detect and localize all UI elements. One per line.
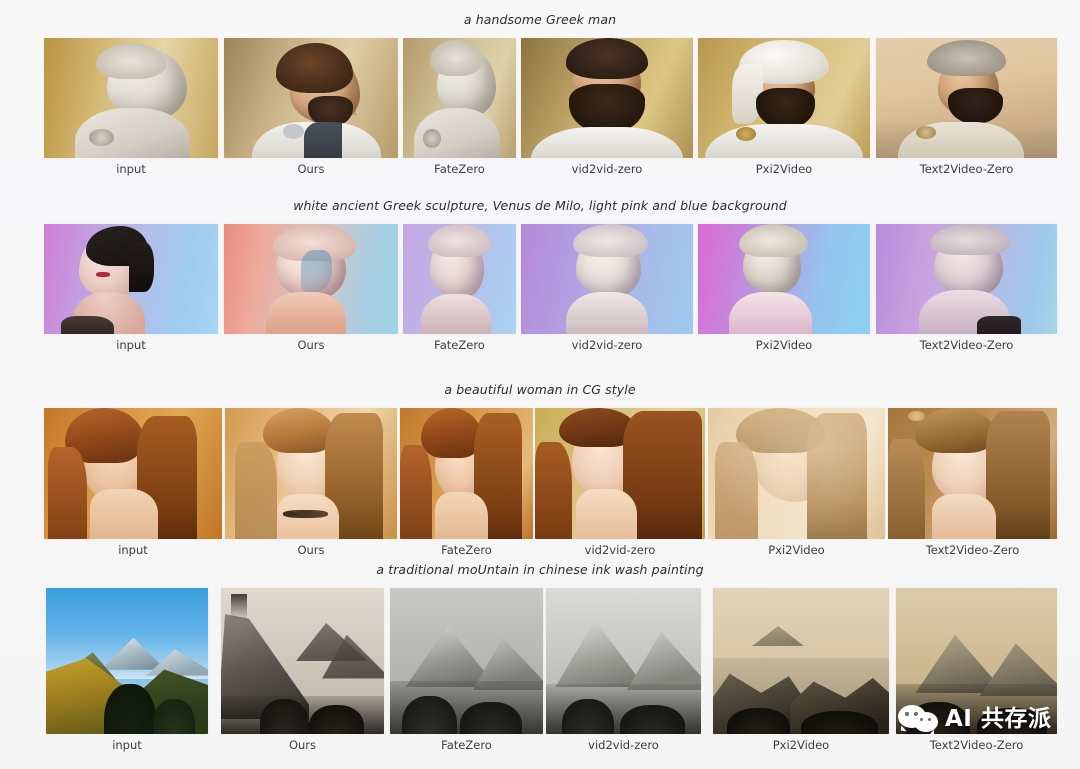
image-row3-text2video-zero (888, 408, 1057, 539)
image-row2-ours (224, 224, 398, 334)
caption-row2-ours: Ours (297, 338, 325, 352)
image-row1-input (44, 38, 218, 158)
cell-row3-vid2vid-zero[interactable]: vid2vid-zero (535, 408, 705, 557)
image-row3-pxi2video (708, 408, 885, 539)
row-cg-woman: a beautiful woman in CG style input Ours… (0, 382, 1080, 557)
image-row2-vid2vid-zero (521, 224, 693, 334)
row-greek-man: a handsome Greek man input Ours FateZero… (0, 12, 1080, 176)
caption-row4-pxi2video: Pxi2Video (772, 738, 830, 752)
cell-row4-vid2vid-zero[interactable]: vid2vid-zero (546, 588, 701, 752)
comparison-figure: a handsome Greek man input Ours FateZero… (0, 0, 1080, 769)
caption-row4-text2video-zero: Text2Video-Zero (929, 738, 1024, 752)
caption-row2-vid2vid-zero: vid2vid-zero (571, 338, 643, 352)
caption-row2-pxi2video: Pxi2Video (755, 338, 813, 352)
caption-row4-input: input (112, 738, 142, 752)
caption-row1-ours: Ours (297, 162, 325, 176)
caption-row4-fatezero: FateZero (441, 738, 492, 752)
cell-row1-ours[interactable]: Ours (224, 38, 398, 176)
cell-row1-vid2vid-zero[interactable]: vid2vid-zero (521, 38, 693, 176)
cell-row1-pxi2video[interactable]: Pxi2Video (698, 38, 870, 176)
image-row2-pxi2video (698, 224, 870, 334)
cell-row2-ours[interactable]: Ours (224, 224, 398, 352)
image-row2-input (44, 224, 218, 334)
cell-row1-text2video-zero[interactable]: Text2Video-Zero (876, 38, 1057, 176)
cell-row4-pxi2video[interactable]: Pxi2Video (713, 588, 889, 752)
image-row4-fatezero (390, 588, 543, 734)
caption-row1-fatezero: FateZero (434, 162, 485, 176)
image-row4-ours (221, 588, 384, 734)
caption-row3-input: input (118, 543, 148, 557)
cell-row3-text2video-zero[interactable]: Text2Video-Zero (888, 408, 1057, 557)
caption-row3-text2video-zero: Text2Video-Zero (925, 543, 1020, 557)
image-row1-text2video-zero (876, 38, 1057, 158)
cell-row4-fatezero[interactable]: FateZero (390, 588, 543, 752)
image-row2-fatezero (403, 224, 516, 334)
cell-row3-ours[interactable]: Ours (225, 408, 397, 557)
image-row3-input (44, 408, 222, 539)
caption-row2-input: input (116, 338, 146, 352)
cell-row4-input[interactable]: input (46, 588, 208, 752)
caption-row4-ours: Ours (288, 738, 317, 752)
image-row1-fatezero (403, 38, 516, 158)
caption-row2-text2video-zero: Text2Video-Zero (919, 338, 1014, 352)
row-prompt: a beautiful woman in CG style (444, 382, 636, 397)
image-row4-text2video-zero (896, 588, 1057, 734)
caption-row2-fatezero: FateZero (434, 338, 485, 352)
cell-row2-fatezero[interactable]: FateZero (403, 224, 516, 352)
caption-row3-vid2vid-zero: vid2vid-zero (584, 543, 656, 557)
cell-row2-text2video-zero[interactable]: Text2Video-Zero (876, 224, 1057, 352)
image-row4-vid2vid-zero (546, 588, 701, 734)
cell-row3-pxi2video[interactable]: Pxi2Video (708, 408, 885, 557)
image-row2-text2video-zero (876, 224, 1057, 334)
row-prompt: a traditional moUntain in chinese ink wa… (376, 562, 704, 577)
caption-row3-ours: Ours (297, 543, 325, 557)
image-row1-pxi2video (698, 38, 870, 158)
image-row4-pxi2video (713, 588, 889, 734)
cell-row2-vid2vid-zero[interactable]: vid2vid-zero (521, 224, 693, 352)
row-mountain: a traditional moUntain in chinese ink wa… (0, 562, 1080, 752)
caption-row1-text2video-zero: Text2Video-Zero (919, 162, 1014, 176)
row-prompt: a handsome Greek man (463, 12, 617, 27)
image-row4-input (46, 588, 208, 734)
cell-row4-ours[interactable]: Ours (221, 588, 384, 752)
cell-row2-input[interactable]: input (44, 224, 218, 352)
caption-row3-fatezero: FateZero (441, 543, 492, 557)
image-row3-ours (225, 408, 397, 539)
caption-row1-pxi2video: Pxi2Video (755, 162, 813, 176)
cell-row2-pxi2video[interactable]: Pxi2Video (698, 224, 870, 352)
image-row1-ours (224, 38, 398, 158)
image-row3-vid2vid-zero (535, 408, 705, 539)
caption-row3-pxi2video: Pxi2Video (768, 543, 825, 557)
caption-row1-input: input (116, 162, 146, 176)
image-row3-fatezero (400, 408, 533, 539)
cell-row3-input[interactable]: input (44, 408, 222, 557)
caption-row1-vid2vid-zero: vid2vid-zero (571, 162, 643, 176)
row-venus: white ancient Greek sculpture, Venus de … (0, 198, 1080, 352)
caption-row4-vid2vid-zero: vid2vid-zero (588, 738, 659, 752)
cell-row4-text2video-zero[interactable]: Text2Video-Zero (896, 588, 1057, 752)
cell-row1-input[interactable]: input (44, 38, 218, 176)
cell-row1-fatezero[interactable]: FateZero (403, 38, 516, 176)
row-prompt: white ancient Greek sculpture, Venus de … (293, 198, 787, 213)
cell-row3-fatezero[interactable]: FateZero (400, 408, 533, 557)
image-row1-vid2vid-zero (521, 38, 693, 158)
